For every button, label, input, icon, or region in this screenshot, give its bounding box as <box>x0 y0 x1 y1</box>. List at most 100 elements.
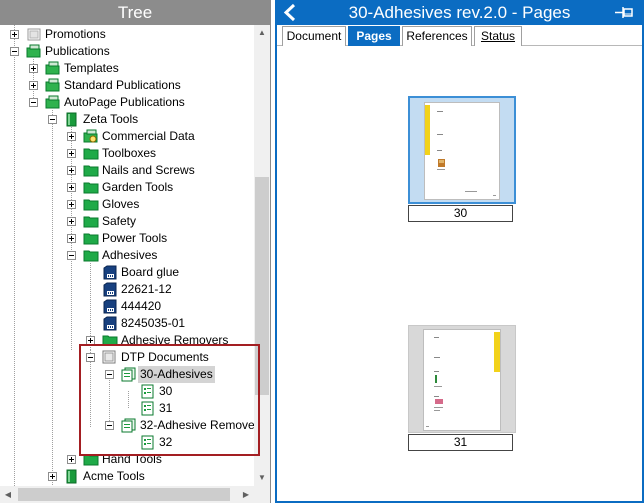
tree-item-safety[interactable]: Safety <box>0 213 254 230</box>
tree-item-standard-publications[interactable]: Standard Publications <box>0 77 254 94</box>
tree-item-publications[interactable]: Publications <box>0 43 254 60</box>
tree-item-label: Templates <box>64 61 119 75</box>
expand-toggle[interactable] <box>86 336 95 344</box>
tree-item-adhesives[interactable]: Adhesives <box>0 247 254 264</box>
pages-title: 30-Adhesives rev.2.0 - Pages <box>348 3 571 22</box>
blue-document-icon <box>102 282 118 297</box>
tree-item-label: Adhesives <box>102 248 158 262</box>
tab-status-label: Status <box>480 29 516 43</box>
tree-panel: Tree Promotions Publications Templates S… <box>0 0 271 503</box>
expand-toggle[interactable] <box>29 81 38 90</box>
tree-item-commercial-data[interactable]: Commercial Data <box>0 128 254 145</box>
collapse-toggle[interactable] <box>105 370 114 379</box>
green-folder-icon <box>83 180 99 195</box>
page-thumbnail[interactable] <box>408 96 516 204</box>
tree-item-templates[interactable]: Templates <box>0 60 254 77</box>
tab-references[interactable]: References <box>402 26 472 46</box>
green-folder-icon <box>45 61 61 76</box>
expand-toggle[interactable] <box>10 30 19 39</box>
tree-item-32-adhesive-removers[interactable]: 32-Adhesive Removers <box>0 417 254 434</box>
tree-item-garden-tools[interactable]: Garden Tools <box>0 179 254 196</box>
tree-item-label: 32 <box>159 435 173 449</box>
tree-item-zeta-tools[interactable]: Zeta Tools <box>0 111 254 128</box>
tree-horizontal-scrollbar[interactable]: ◀ ▶ <box>0 486 254 503</box>
green-folder-icon <box>83 146 99 161</box>
tree-item-label: Toolboxes <box>102 146 157 160</box>
tree-item-adhesive-removers[interactable]: Adhesive Removers <box>0 332 254 344</box>
scroll-down-arrow-icon[interactable]: ▼ <box>254 470 270 486</box>
tree-item-page-31[interactable]: 31 <box>0 400 254 417</box>
expand-toggle[interactable] <box>48 472 57 481</box>
tree-item-promotions[interactable]: Promotions <box>0 26 254 43</box>
tree-vertical-scrollbar[interactable]: ▲ ▼ <box>254 25 270 486</box>
scroll-left-arrow-icon[interactable]: ◀ <box>0 486 16 503</box>
tree-item-label: DTP Documents <box>121 350 209 364</box>
green-page-icon <box>140 435 156 450</box>
tree-item-nails-and-screws[interactable]: Nails and Screws <box>0 162 254 179</box>
back-button[interactable] <box>281 2 301 23</box>
tree-item-label: Hand Tools <box>102 453 162 466</box>
pages-panel: 30-Adhesives rev.2.0 - Pages Document Pa… <box>275 0 644 503</box>
green-folder-icon <box>83 214 99 229</box>
tree-item-page-32[interactable]: 32 <box>0 434 254 451</box>
tree-item-toolboxes[interactable]: Toolboxes <box>0 145 254 162</box>
page-preview-content <box>426 332 500 427</box>
scrollbar-thumb[interactable] <box>18 488 230 501</box>
expand-toggle[interactable] <box>67 455 76 464</box>
expand-toggle[interactable] <box>67 217 76 226</box>
green-folder-icon <box>83 197 99 212</box>
tab-document[interactable]: Document <box>282 26 346 46</box>
tree-item-hand-tools[interactable]: Hand Tools <box>0 453 254 467</box>
tree-view[interactable]: Promotions Publications Templates Standa… <box>0 25 254 486</box>
collapse-toggle[interactable] <box>86 353 95 362</box>
collapse-toggle[interactable] <box>105 421 114 430</box>
green-folder-icon <box>45 95 61 110</box>
tree-item-22621-12[interactable]: 22621-12 <box>0 281 254 298</box>
tree-item-label: Board glue <box>121 265 180 279</box>
tree-item-dtp-documents[interactable]: DTP Documents <box>0 349 254 366</box>
page-thumbnail[interactable] <box>408 325 516 433</box>
page-preview <box>424 102 500 200</box>
collapse-toggle[interactable] <box>10 47 19 56</box>
tree-item-444420[interactable]: 444420 <box>0 298 254 315</box>
green-page-icon <box>140 384 156 399</box>
commercial-data-folder-icon <box>83 129 99 144</box>
chevron-left-icon <box>283 3 296 22</box>
green-folder-icon <box>26 44 42 59</box>
tab-pages[interactable]: Pages <box>348 26 400 46</box>
tree-item-power-tools[interactable]: Power Tools <box>0 230 254 247</box>
green-folder-icon <box>102 333 118 344</box>
expand-toggle[interactable] <box>67 132 76 141</box>
tree-item-label: 30 <box>159 384 173 398</box>
tab-status[interactable]: Status <box>474 26 522 46</box>
scroll-right-arrow-icon[interactable]: ▶ <box>238 486 254 503</box>
green-page-icon <box>140 401 156 416</box>
collapse-toggle[interactable] <box>67 251 76 260</box>
pin-button[interactable] <box>614 4 636 21</box>
tree-item-acme-tools[interactable]: Acme Tools <box>0 468 254 485</box>
pin-icon <box>615 7 633 18</box>
expand-toggle[interactable] <box>67 183 76 192</box>
tree-item-label: 30-Adhesives <box>138 366 215 383</box>
collapse-toggle[interactable] <box>29 98 38 107</box>
expand-toggle[interactable] <box>29 64 38 73</box>
tree-item-label: AutoPage Publications <box>64 95 185 109</box>
tree-item-gloves[interactable]: Gloves <box>0 196 254 213</box>
tree-item-label: 31 <box>159 401 173 415</box>
expand-toggle[interactable] <box>67 166 76 175</box>
green-folder-icon <box>83 453 99 467</box>
tree-item-board-glue[interactable]: Board glue <box>0 264 254 281</box>
tree-header: Tree <box>0 0 270 25</box>
expand-toggle[interactable] <box>67 149 76 158</box>
tree-item-30-adhesives[interactable]: 30-Adhesives <box>0 366 254 383</box>
pages-header: 30-Adhesives rev.2.0 - Pages <box>277 0 642 25</box>
tree-item-page-30[interactable]: 30 <box>0 383 254 400</box>
green-page-stack-icon <box>121 418 137 433</box>
scroll-up-arrow-icon[interactable]: ▲ <box>254 25 270 41</box>
tree-item-autopage-publications[interactable]: AutoPage Publications <box>0 94 254 111</box>
scrollbar-thumb[interactable] <box>255 177 269 395</box>
collapse-toggle[interactable] <box>48 115 57 124</box>
expand-toggle[interactable] <box>67 200 76 209</box>
expand-toggle[interactable] <box>67 234 76 243</box>
tree-item-8245035-01[interactable]: 8245035-01 <box>0 315 254 332</box>
